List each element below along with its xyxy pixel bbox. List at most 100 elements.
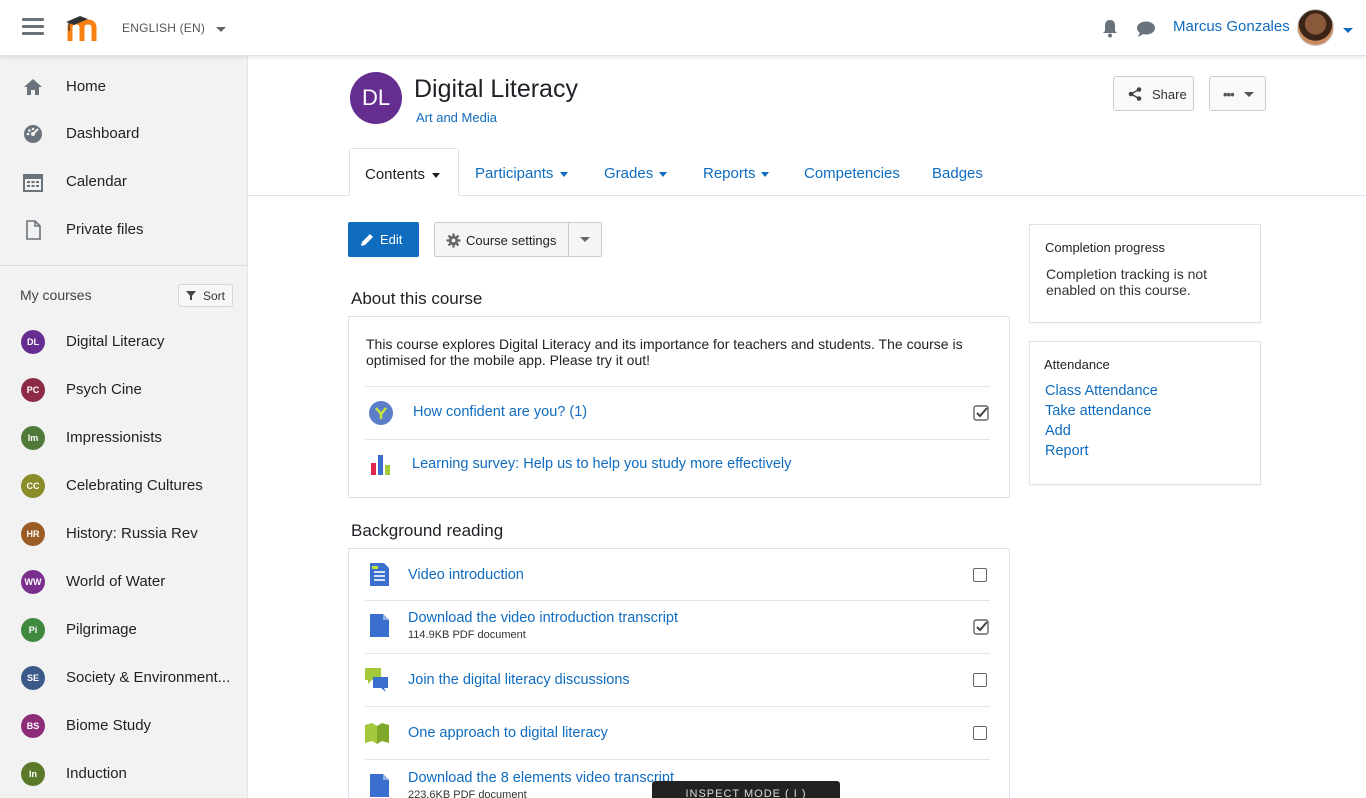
choice-icon [369, 401, 393, 425]
tab-reports[interactable]: Reports [703, 148, 778, 196]
inspect-mode-banner[interactable]: INSPECT MODE ( I ) [652, 781, 840, 798]
sidebar-item-label: Private files [66, 221, 144, 238]
sidebar-item-dashboard[interactable]: Dashboard [0, 114, 248, 154]
attendance-link[interactable]: Class Attendance [1045, 383, 1158, 399]
ellipsis-icon: ••• [1223, 87, 1235, 102]
tab-badges[interactable]: Badges [932, 148, 992, 196]
sidebar-item-home[interactable]: Home [0, 67, 248, 107]
course-badge: BS [21, 714, 45, 738]
share-button[interactable]: Share [1113, 76, 1194, 111]
survey-icon [371, 455, 390, 475]
messages-icon[interactable] [1136, 20, 1156, 38]
course-label: Digital Literacy [66, 333, 165, 350]
chevron-down-icon [560, 172, 568, 177]
sidebar-item-label: Home [66, 78, 107, 95]
sidebar: Home Dashboard Calendar Private files My… [0, 56, 248, 798]
completion-checkbox[interactable] [973, 726, 987, 740]
completion-checkbox[interactable] [973, 568, 987, 582]
course-badge: In [21, 762, 45, 786]
activity-link[interactable]: How confident are you? (1) [413, 404, 587, 420]
attendance-link[interactable]: Add [1045, 423, 1071, 439]
course-badge: Pi [21, 618, 45, 642]
course-badge: HR [21, 522, 45, 546]
sidebar-divider [0, 265, 248, 266]
activity-link[interactable]: One approach to digital literacy [408, 725, 608, 741]
calendar-icon [23, 174, 43, 192]
file-details: 114.9KB PDF document [408, 629, 526, 641]
sidebar-course-item[interactable]: HR History: Russia Rev [0, 514, 248, 554]
sidebar-course-item[interactable]: Pi Pilgrimage [0, 610, 248, 650]
completion-checkbox[interactable] [973, 673, 987, 687]
sidebar-course-item[interactable]: Im Impressionists [0, 418, 248, 458]
block-title: Completion progress [1045, 240, 1165, 255]
tab-contents[interactable]: Contents [349, 148, 459, 196]
attendance-link[interactable]: Take attendance [1045, 403, 1151, 419]
completion-checked-icon[interactable] [973, 619, 989, 635]
sidebar-course-item[interactable]: CC Celebrating Cultures [0, 466, 248, 506]
hamburger-menu-icon[interactable] [22, 18, 44, 36]
book-icon [365, 723, 389, 744]
chevron-down-icon [432, 173, 440, 178]
course-settings-button[interactable]: Course settings [434, 222, 602, 257]
course-badge: SE [21, 666, 45, 690]
gear-icon [446, 233, 461, 248]
course-label: Psych Cine [66, 381, 142, 398]
home-icon [24, 79, 42, 95]
activity-link[interactable]: Download the video introduction transcri… [408, 610, 678, 626]
sidebar-item-label: Dashboard [66, 125, 140, 142]
course-badge: DL [21, 330, 45, 354]
activity-link[interactable]: Video introduction [408, 567, 524, 583]
my-courses-heading: My courses [20, 287, 92, 303]
share-icon [1128, 87, 1142, 101]
activity-link[interactable]: Download the 8 elements video transcript [408, 770, 674, 786]
section-title-about: About this course [351, 289, 483, 308]
user-menu-name[interactable]: Marcus Gonzales [1173, 18, 1290, 35]
block-title: Attendance [1044, 357, 1110, 372]
language-menu[interactable]: ENGLISH (EN) [122, 21, 205, 35]
file-icon [370, 774, 389, 797]
sidebar-course-item[interactable]: WW World of Water [0, 562, 248, 602]
tab-participants[interactable]: Participants [475, 148, 575, 196]
course-image: DL [350, 72, 402, 124]
completion-checked-icon[interactable] [973, 405, 989, 421]
page-title: Digital Literacy [414, 75, 578, 103]
sort-button[interactable]: Sort [178, 284, 233, 307]
sidebar-course-item[interactable]: DL Digital Literacy [0, 322, 248, 362]
attendance-link[interactable]: Report [1045, 443, 1089, 459]
sidebar-item-private-files[interactable]: Private files [0, 210, 248, 250]
chevron-down-icon [1244, 92, 1254, 97]
pencil-icon [361, 234, 373, 246]
activity-link[interactable]: Learning survey: Help us to help you stu… [412, 456, 791, 472]
sidebar-course-item[interactable]: BS Biome Study [0, 706, 248, 746]
tab-competencies[interactable]: Competencies [804, 148, 904, 196]
course-category-link[interactable]: Art and Media [416, 110, 497, 125]
sidebar-course-item[interactable]: SE Society & Environment... [0, 658, 248, 698]
sidebar-course-item[interactable]: In Induction [0, 754, 248, 794]
activity-link[interactable]: Join the digital literacy discussions [408, 672, 630, 688]
block-text: Completion tracking is not enabled on th… [1046, 266, 1208, 298]
course-badge: WW [21, 570, 45, 594]
bell-icon[interactable] [1101, 18, 1119, 38]
sidebar-course-item[interactable]: PC Psych Cine [0, 370, 248, 410]
section-title-background: Background reading [351, 521, 504, 540]
page-icon [370, 563, 389, 586]
course-description: This course explores Digital Literacy an… [366, 336, 963, 368]
course-label: Celebrating Cultures [66, 477, 203, 494]
more-actions-button[interactable]: ••• [1209, 76, 1266, 111]
avatar[interactable] [1297, 9, 1334, 46]
course-label: World of Water [66, 573, 166, 590]
tab-grades[interactable]: Grades [604, 148, 674, 196]
course-label: Pilgrimage [66, 621, 137, 638]
course-label: Biome Study [66, 717, 152, 734]
chevron-down-icon[interactable] [580, 237, 590, 242]
edit-button[interactable]: Edit [348, 222, 419, 257]
sidebar-item-label: Calendar [66, 173, 127, 190]
course-badge: PC [21, 378, 45, 402]
chevron-down-icon[interactable] [216, 27, 226, 32]
sidebar-item-calendar[interactable]: Calendar [0, 162, 248, 202]
dashboard-icon [24, 125, 42, 143]
forum-icon [365, 668, 388, 692]
chevron-down-icon[interactable] [1343, 28, 1353, 33]
file-icon [26, 220, 41, 240]
moodle-logo[interactable] [64, 14, 104, 42]
